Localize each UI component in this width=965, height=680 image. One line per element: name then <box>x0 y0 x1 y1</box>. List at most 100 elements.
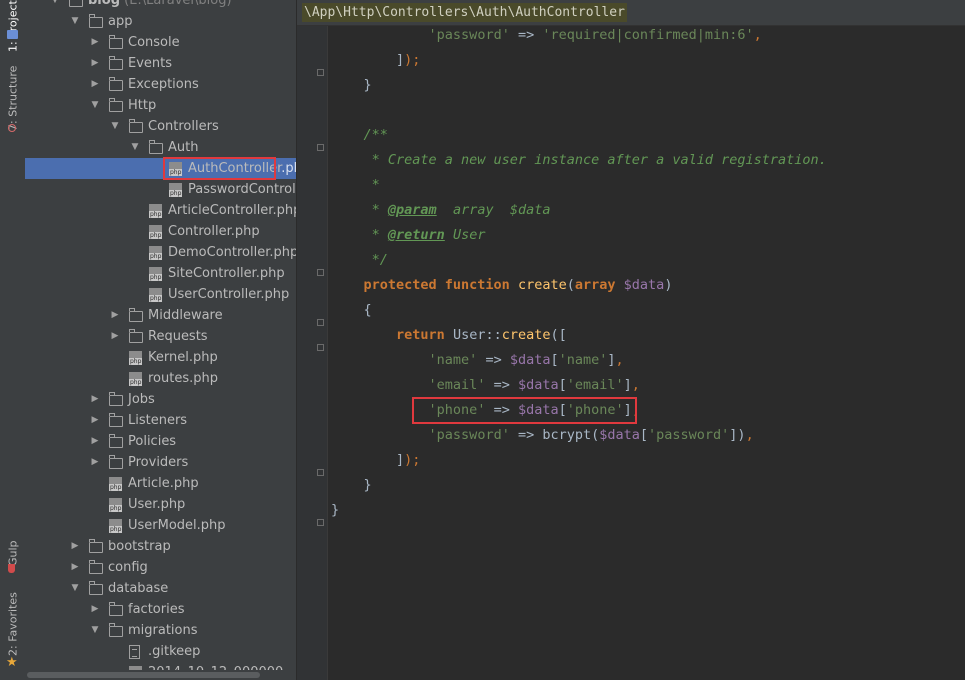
collapse-arrow-icon[interactable]: ▶ <box>89 431 101 452</box>
expand-arrow-icon[interactable]: ▼ <box>69 11 81 32</box>
code-token: * <box>331 202 388 218</box>
tree-item-label: Listeners <box>128 410 187 431</box>
tree-item-label: Jobs <box>128 389 155 410</box>
tree-item[interactable]: ▶ bootstrap <box>25 536 296 557</box>
code-line[interactable]: * @return User <box>331 223 486 248</box>
collapse-arrow-icon[interactable]: ▶ <box>89 410 101 431</box>
code-line[interactable]: * @param array $data <box>331 198 551 223</box>
fold-marker-icon[interactable] <box>317 319 324 326</box>
php-file-icon <box>149 204 163 218</box>
project-horizontal-scrollbar[interactable] <box>25 670 296 680</box>
expand-arrow-icon[interactable]: ▼ <box>69 578 81 599</box>
collapse-arrow-icon[interactable]: ▶ <box>69 557 81 578</box>
code-line[interactable]: */ <box>331 248 388 273</box>
expand-arrow-icon[interactable]: ▼ <box>89 620 101 641</box>
fold-marker-icon[interactable] <box>317 344 324 351</box>
code-line[interactable]: 'email' => $data['email'], <box>331 373 640 398</box>
tree-item[interactable]: SiteController.php <box>25 263 296 284</box>
tree-item-label: ArticleController.php <box>168 200 296 221</box>
tree-item[interactable]: ▶ Events <box>25 53 296 74</box>
tree-item-name: Exceptions <box>128 77 199 92</box>
collapse-arrow-icon[interactable]: ▶ <box>89 53 101 74</box>
tree-item[interactable]: DemoController.php <box>25 242 296 263</box>
collapse-arrow-icon[interactable]: ▶ <box>89 599 101 620</box>
fold-marker-icon[interactable] <box>317 269 324 276</box>
tree-item[interactable]: ArticleController.php <box>25 200 296 221</box>
tree-item[interactable]: ▼ app <box>25 11 296 32</box>
code-line[interactable]: { <box>331 298 372 323</box>
tree-item-name: Middleware <box>148 308 223 323</box>
tree-item[interactable]: UserModel.php <box>25 515 296 536</box>
tree-item[interactable]: ▼ migrations <box>25 620 296 641</box>
code-line[interactable]: ]); <box>331 448 420 473</box>
tree-item[interactable]: Kernel.php <box>25 347 296 368</box>
code-line[interactable]: 'password' => 'required|confirmed|min:6'… <box>331 23 762 48</box>
namespace-breadcrumb[interactable]: \App\Http\Controllers\Auth\AuthControlle… <box>302 3 627 22</box>
code-line[interactable]: protected function create(array $data) <box>331 273 673 298</box>
tree-item-name: Auth <box>168 140 199 155</box>
tree-item-label: Policies <box>128 431 176 452</box>
tab-project[interactable]: 1: Project <box>2 0 24 52</box>
tab-favorites[interactable]: 2: Favorites <box>2 592 24 656</box>
tree-item[interactable]: ▶ Policies <box>25 431 296 452</box>
tree-item[interactable]: ▶ Requests <box>25 326 296 347</box>
code-line[interactable]: * Create a new user instance after a val… <box>331 148 827 173</box>
tree-item[interactable]: UserController.php <box>25 284 296 305</box>
tree-item[interactable]: PasswordController. <box>25 179 296 200</box>
collapse-arrow-icon[interactable]: ▶ <box>69 536 81 557</box>
collapse-arrow-icon[interactable]: ▶ <box>89 74 101 95</box>
code-line[interactable]: return User::create([ <box>331 323 567 348</box>
collapse-arrow-icon[interactable]: ▶ <box>89 32 101 53</box>
folder-icon <box>129 308 143 322</box>
collapse-arrow-icon[interactable]: ▶ <box>89 389 101 410</box>
tree-item[interactable]: ▶ Providers <box>25 452 296 473</box>
tree-item[interactable]: routes.php <box>25 368 296 389</box>
tree-item[interactable]: ▼ Auth <box>25 137 296 158</box>
code-line[interactable]: 'password' => bcrypt($data['password']), <box>331 423 754 448</box>
code-token: ] <box>623 377 632 393</box>
fold-marker-icon[interactable] <box>317 469 324 476</box>
fold-marker-icon[interactable] <box>317 144 324 151</box>
collapse-arrow-icon[interactable]: ▶ <box>89 452 101 473</box>
expand-arrow-icon[interactable]: ▼ <box>89 95 101 116</box>
tree-item[interactable]: ▼ Controllers <box>25 116 296 137</box>
tree-item[interactable]: ▶ Listeners <box>25 410 296 431</box>
fold-marker-icon[interactable] <box>317 519 324 526</box>
tree-item[interactable]: AuthController.php <box>25 157 296 180</box>
code-line[interactable]: } <box>331 498 339 523</box>
tree-item[interactable]: ▼ database <box>25 578 296 599</box>
tree-item[interactable]: ▶ Console <box>25 32 296 53</box>
tree-item[interactable]: ▶ factories <box>25 599 296 620</box>
expand-arrow-icon[interactable]: ▼ <box>129 137 141 158</box>
code-line[interactable]: } <box>331 473 372 498</box>
tree-item-name: Listeners <box>128 413 188 428</box>
code-line[interactable]: ]); <box>331 48 420 73</box>
collapse-arrow-icon[interactable]: ▶ <box>109 305 121 326</box>
expand-arrow-icon[interactable]: ▼ <box>49 0 61 11</box>
folder-icon <box>89 539 103 553</box>
code-line[interactable]: 'name' => $data['name'], <box>331 348 624 373</box>
tree-item[interactable]: ▶ config <box>25 557 296 578</box>
tree-item[interactable]: Controller.php <box>25 221 296 242</box>
expand-arrow-icon[interactable]: ▼ <box>109 116 121 137</box>
code-line[interactable]: * <box>331 173 380 198</box>
code-token: , <box>615 352 624 368</box>
scrollbar-thumb[interactable] <box>27 672 260 678</box>
code-line[interactable]: } <box>331 73 372 98</box>
tree-item[interactable]: .gitkeep <box>25 641 296 662</box>
tree-item[interactable]: ▶ Exceptions <box>25 74 296 95</box>
code-line[interactable]: /** <box>331 123 388 148</box>
tree-item[interactable]: ▶ Middleware <box>25 305 296 326</box>
tree-item-name: Events <box>128 56 173 71</box>
tree-item[interactable]: ▼ blog (E:\Laravel\blog) <box>25 0 296 11</box>
code-editor[interactable]: 'password' => 'required|confirmed|min:6'… <box>297 0 965 680</box>
tree-item-label: Requests <box>148 326 208 347</box>
tree-item[interactable]: User.php <box>25 494 296 515</box>
tree-item[interactable]: ▼ Http <box>25 95 296 116</box>
tree-item[interactable]: ▶ Jobs <box>25 389 296 410</box>
fold-marker-icon[interactable] <box>317 69 324 76</box>
tree-item[interactable]: Article.php <box>25 473 296 494</box>
collapse-arrow-icon[interactable]: ▶ <box>109 326 121 347</box>
